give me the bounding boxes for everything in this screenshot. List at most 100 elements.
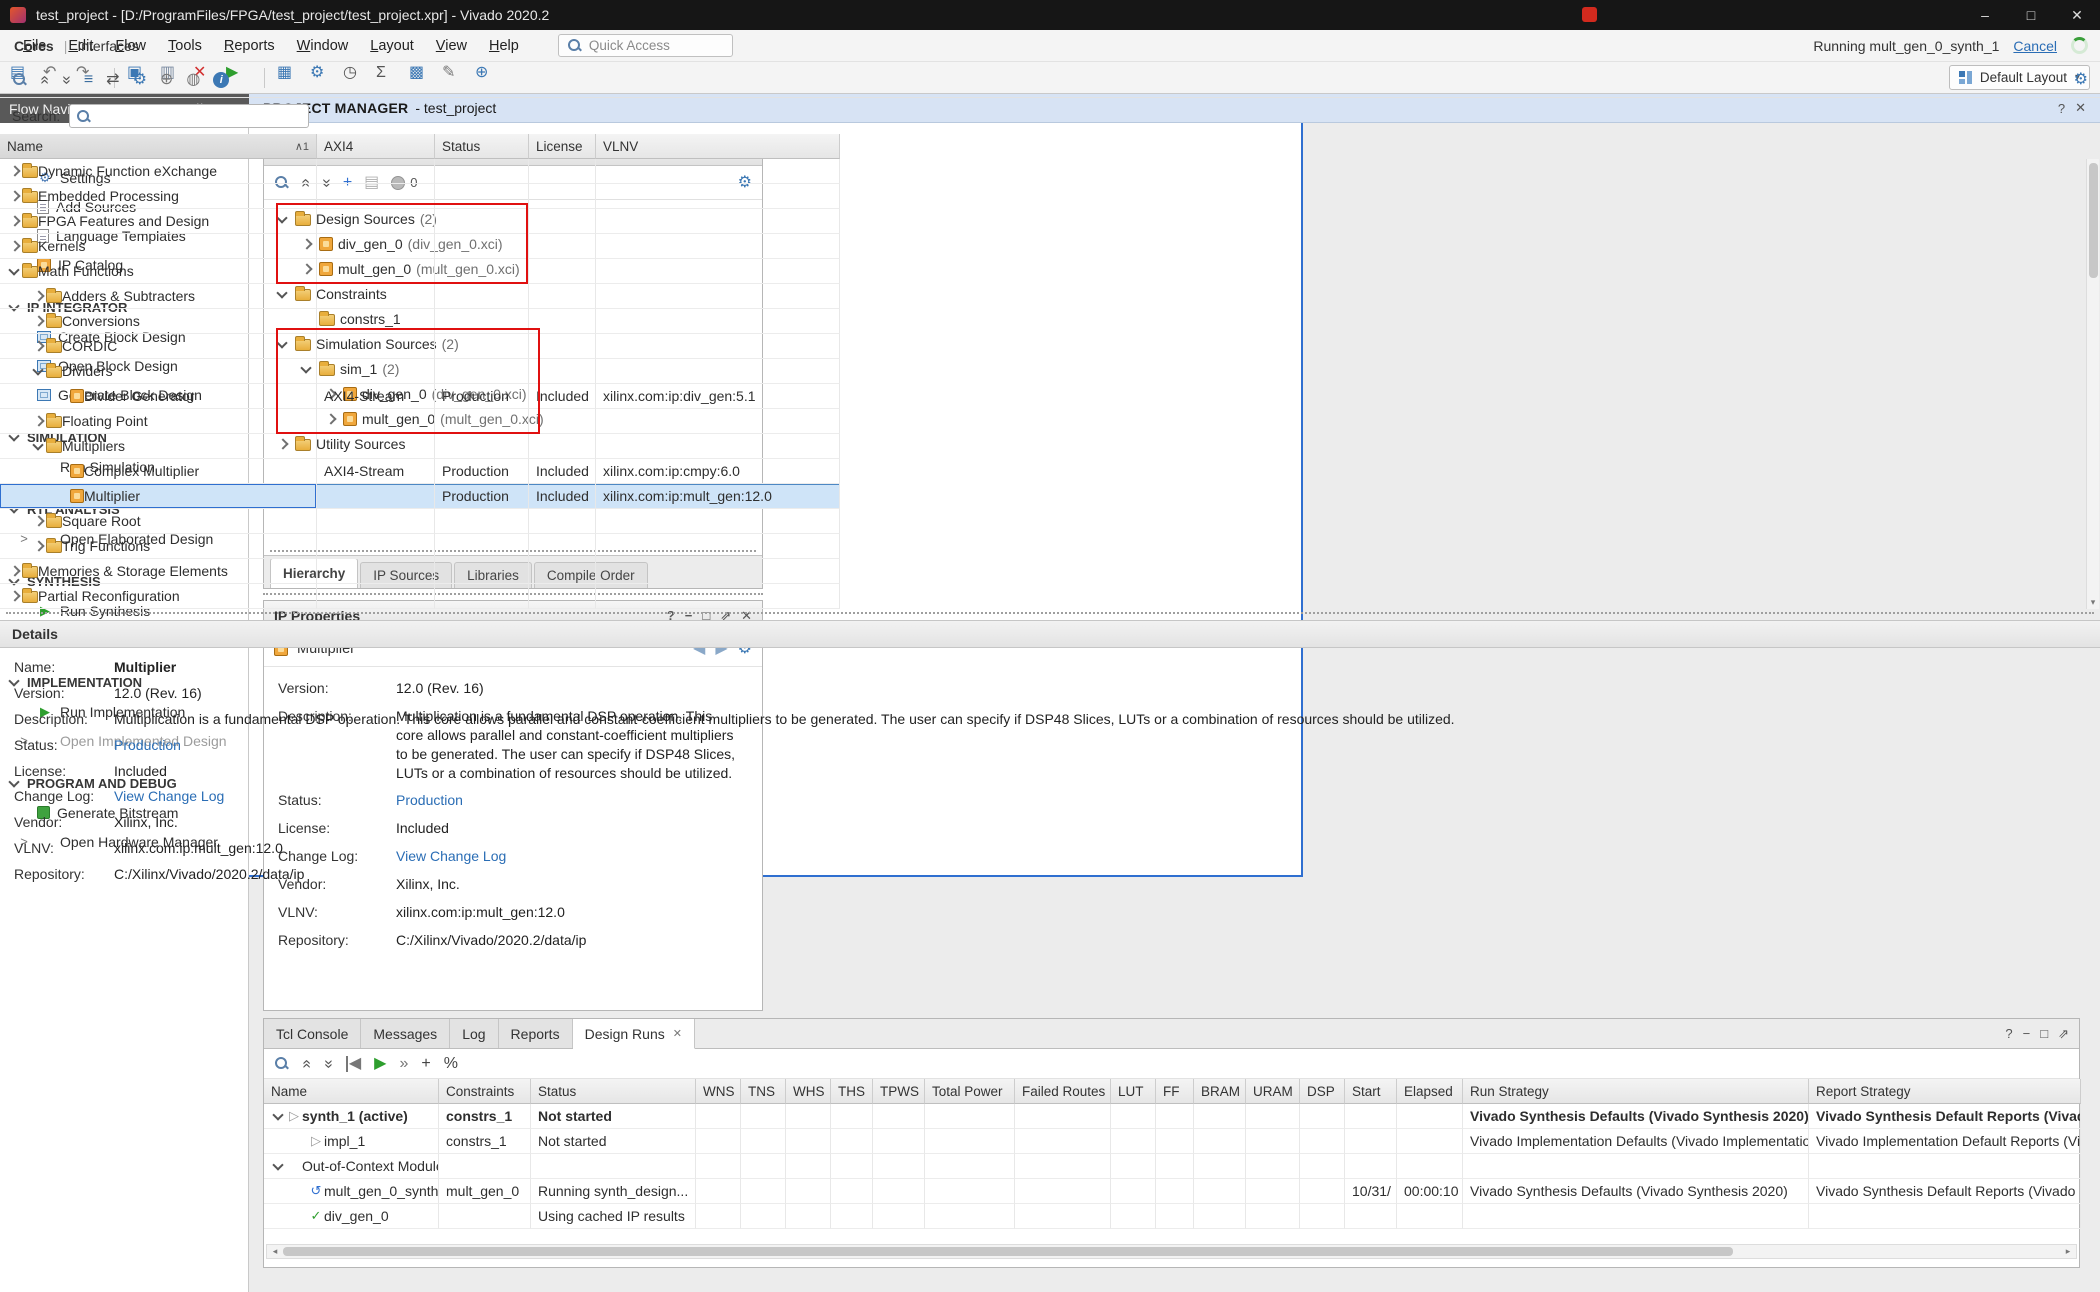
catalog-row-square-root[interactable]: Square Root [0, 509, 840, 534]
minimize-icon[interactable]: − [2023, 1026, 2031, 1041]
catalog-row-multipliers[interactable]: Multipliers [0, 434, 840, 459]
bottom-tab-log[interactable]: Log [450, 1019, 498, 1048]
tab-cores[interactable]: Cores [14, 38, 54, 54]
add-run-icon[interactable]: + [421, 1056, 430, 1072]
expand-icon[interactable] [30, 313, 46, 329]
expand-icon[interactable] [6, 238, 22, 254]
column-header-wns[interactable]: WNS [696, 1079, 741, 1104]
column-header-status[interactable]: Status [531, 1079, 696, 1104]
column-header-bram[interactable]: BRAM [1194, 1079, 1246, 1104]
splitter-handle[interactable] [6, 612, 2094, 614]
search-icon[interactable] [12, 72, 27, 87]
catalog-row-multiplier[interactable]: MultiplierProductionIncludedxilinx.com:i… [0, 484, 840, 509]
reset-runs-icon[interactable]: ◀ [346, 1056, 361, 1072]
catalog-row-kernels[interactable]: Kernels [0, 234, 840, 259]
skip-icon[interactable]: » [399, 1056, 408, 1072]
catalog-row-partial-reconfiguration[interactable]: Partial Reconfiguration [0, 584, 840, 609]
expand-icon[interactable] [30, 288, 46, 304]
expand-icon[interactable] [6, 588, 22, 604]
run-row-synth-1-active[interactable]: ▷synth_1 (active)constrs_1Not startedViv… [264, 1104, 2081, 1129]
scroll-down-icon[interactable] [2087, 596, 2099, 609]
catalog-row-cordic[interactable]: CORDIC [0, 334, 840, 359]
column-header-whs[interactable]: WHS [786, 1079, 831, 1104]
catalog-row-adders-subtracters[interactable]: Adders & Subtracters [0, 284, 840, 309]
help-icon[interactable]: ? [2005, 1026, 2012, 1041]
expand-icon[interactable] [6, 188, 22, 204]
column-header-constraints[interactable]: Constraints [439, 1079, 531, 1104]
search-icon[interactable] [274, 1056, 289, 1071]
add-repository-icon[interactable]: ⊕ [160, 72, 173, 88]
run-row-mult-gen-0-synth-1[interactable]: ↺mult_gen_0_synth_1mult_gen_0Running syn… [264, 1179, 2081, 1204]
transfer-icon[interactable]: ⇄ [106, 72, 119, 88]
expand-icon[interactable] [6, 163, 22, 179]
collapse-icon[interactable] [30, 438, 46, 454]
expand-icon[interactable] [6, 563, 22, 579]
catalog-row-conversions[interactable]: Conversions [0, 309, 840, 334]
expand-icon[interactable] [30, 413, 46, 429]
catalog-search-input[interactable] [69, 104, 309, 128]
catalog-row-embedded-processing[interactable]: Embedded Processing [0, 184, 840, 209]
collapse-icon[interactable] [270, 1108, 286, 1124]
column-header-ff[interactable]: FF [1156, 1079, 1194, 1104]
expand-all-icon[interactable]: « [58, 75, 74, 84]
close-button[interactable]: ✕ [2054, 0, 2100, 30]
bottom-tab-design-runs[interactable]: Design Runs✕ [573, 1019, 695, 1049]
catalog-row-dynamic-function-exchange[interactable]: Dynamic Function eXchange [0, 159, 840, 184]
scrollbar-thumb[interactable] [2089, 163, 2098, 278]
maximize-button[interactable]: □ [2008, 0, 2054, 30]
column-header-name[interactable]: Name [264, 1079, 439, 1104]
column-header-lut[interactable]: LUT [1111, 1079, 1156, 1104]
bottom-tab-tcl-console[interactable]: Tcl Console [264, 1019, 361, 1048]
bottom-tab-messages[interactable]: Messages [361, 1019, 450, 1048]
scroll-left-icon[interactable] [268, 1245, 282, 1258]
catalog-row-memories-storage-elements[interactable]: Memories & Storage Elements [0, 559, 840, 584]
collapse-icon[interactable] [30, 363, 46, 379]
runs-horizontal-scrollbar[interactable] [266, 1244, 2077, 1259]
field-value[interactable]: View Change Log [114, 787, 224, 806]
column-header-ths[interactable]: THS [831, 1079, 873, 1104]
percent-icon[interactable]: % [444, 1056, 458, 1072]
collapse-icon[interactable] [6, 263, 22, 279]
column-header-elapsed[interactable]: Elapsed [1397, 1079, 1463, 1104]
column-header-uram[interactable]: URAM [1246, 1079, 1300, 1104]
expand-icon[interactable] [30, 513, 46, 529]
maximize-icon[interactable]: □ [2040, 1026, 2048, 1041]
collapse-all-icon[interactable]: « [36, 75, 52, 84]
expand-all-icon[interactable]: « [320, 1059, 336, 1068]
group-by-icon[interactable]: ≡ [84, 72, 93, 88]
scrollbar-thumb[interactable] [283, 1247, 1733, 1256]
column-header-tns[interactable]: TNS [741, 1079, 786, 1104]
catalog-row-divider-generator[interactable]: Divider GeneratorAXI4-StreamProductionIn… [0, 384, 840, 409]
catalog-row-dividers[interactable]: Dividers [0, 359, 840, 384]
column-header-status[interactable]: Status [435, 134, 529, 159]
catalog-row-complex-multiplier[interactable]: Complex MultiplierAXI4-StreamProductionI… [0, 459, 840, 484]
scroll-right-icon[interactable] [2061, 1245, 2075, 1258]
minimize-button[interactable]: – [1962, 0, 2008, 30]
run-row-div-gen-0[interactable]: ✓div_gen_0Using cached IP results [264, 1204, 2081, 1229]
expand-icon[interactable] [6, 213, 22, 229]
column-header-axi4[interactable]: AXI4 [317, 134, 435, 159]
column-header-report-strategy[interactable]: Report Strategy [1809, 1079, 2081, 1104]
column-header-license[interactable]: License [529, 134, 596, 159]
column-header-total-power[interactable]: Total Power [925, 1079, 1015, 1104]
field-value[interactable]: Production [114, 736, 181, 755]
run-row-impl-1[interactable]: ▷impl_1constrs_1Not startedVivado Implem… [264, 1129, 2081, 1154]
bottom-tab-reports[interactable]: Reports [499, 1019, 573, 1048]
collapse-all-icon[interactable]: « [298, 1059, 314, 1068]
tab-interfaces[interactable]: Interfaces [77, 38, 138, 54]
info-icon[interactable]: i [213, 72, 229, 88]
collapse-icon[interactable] [270, 1158, 286, 1174]
catalog-row-fpga-features-and-design[interactable]: FPGA Features and Design [0, 209, 840, 234]
catalog-row-floating-point[interactable]: Floating Point [0, 409, 840, 434]
close-tab-icon[interactable]: ✕ [673, 1027, 682, 1040]
float-icon[interactable]: ⇗ [2058, 1026, 2069, 1042]
catalog-row-math-functions[interactable]: Math Functions [0, 259, 840, 284]
customize-icon[interactable]: ⚙ [133, 72, 147, 88]
settings-gear-icon[interactable]: ⚙ [2074, 72, 2088, 88]
column-header-name[interactable]: Name∧1 [0, 134, 317, 159]
catalog-vertical-scrollbar[interactable] [2086, 159, 2099, 609]
column-header-dsp[interactable]: DSP [1300, 1079, 1345, 1104]
run-row-out-of-context-module-runs[interactable]: Out-of-Context Module Runs [264, 1154, 2081, 1179]
expand-icon[interactable] [30, 338, 46, 354]
column-header-vlnv[interactable]: VLNV [596, 134, 840, 159]
